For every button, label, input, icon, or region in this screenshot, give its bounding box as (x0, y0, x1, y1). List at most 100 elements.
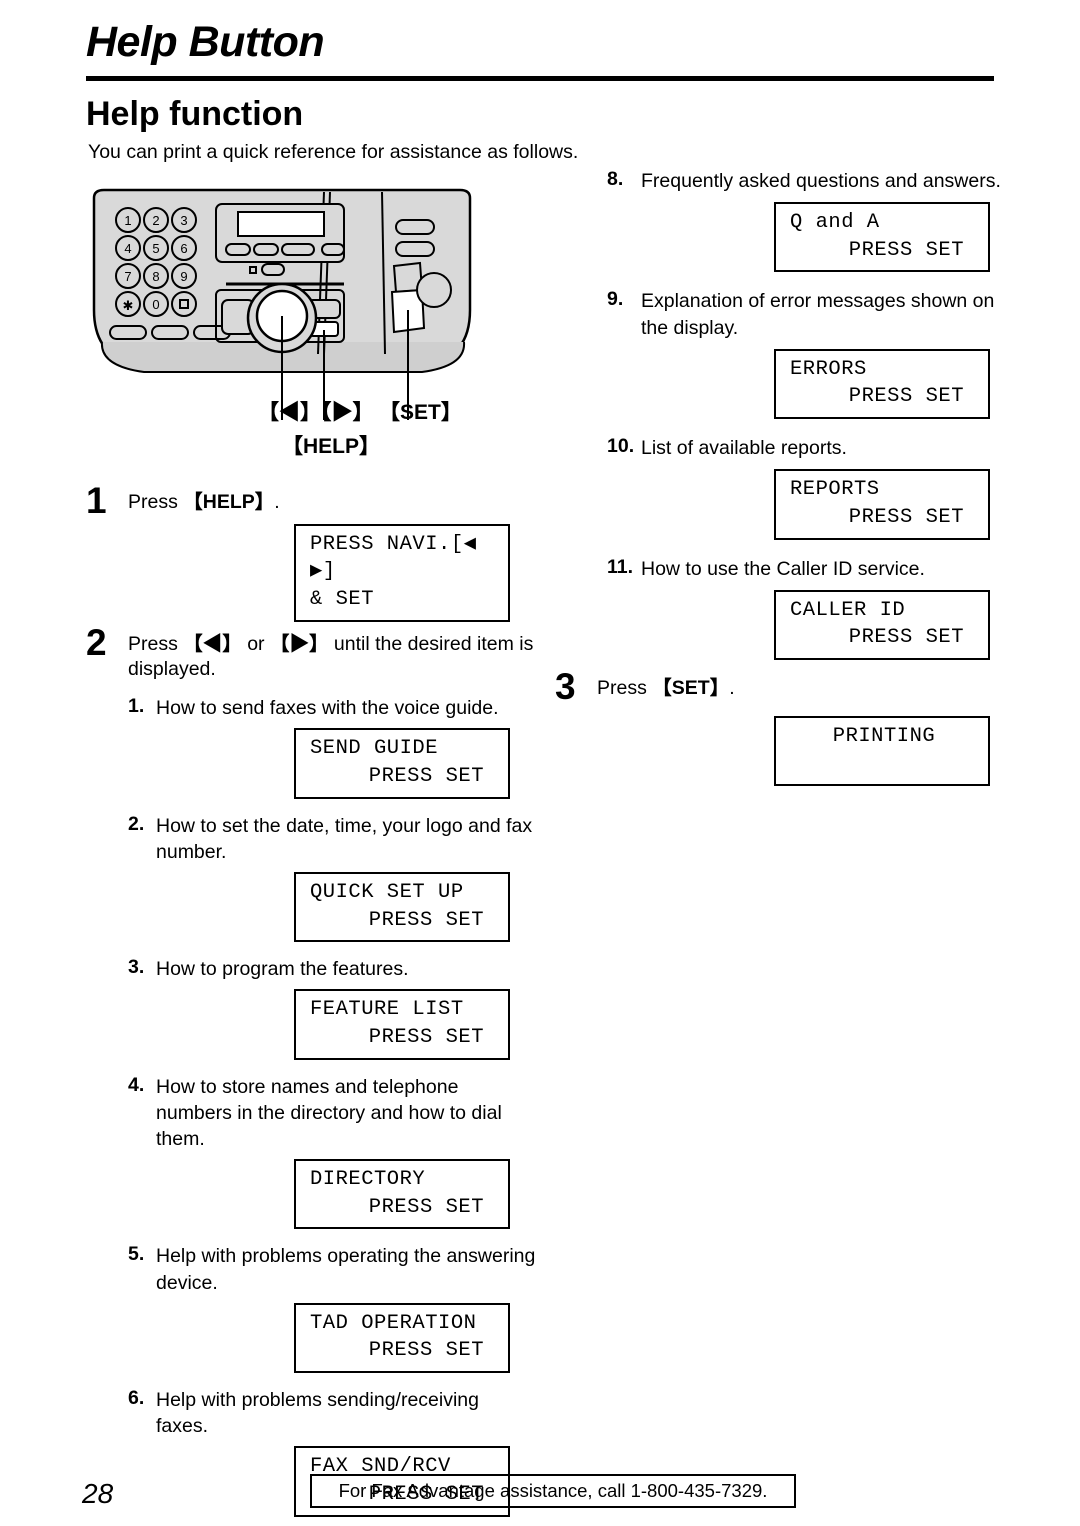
step-3-prefix: Press (597, 677, 653, 699)
help-item-3-description: How to program the features. (156, 958, 409, 981)
help-item-2-description: How to set the date, time, your logo and… (156, 814, 533, 863)
svg-text:6: 6 (180, 241, 187, 256)
svg-text:5: 5 (152, 241, 159, 256)
step-2-middle: or (241, 632, 270, 655)
list-item: 5. Help with problems operating the answ… (128, 1243, 536, 1374)
lcd-help-item-2-line2: PRESS SET (368, 908, 484, 932)
help-item-3-number: 3. (128, 956, 145, 979)
help-item-6-number: 6. (128, 1387, 145, 1410)
help-item-1-number: 1. (128, 695, 145, 718)
lcd-step-3: PRINTING (774, 715, 990, 787)
lcd-help-item-3: FEATURE LIST PRESS SET (294, 989, 510, 1060)
svg-text:4: 4 (124, 241, 131, 256)
lcd-help-item-1: SEND GUIDE PRESS SET (294, 728, 510, 799)
section-title: Help function (86, 95, 304, 133)
callout-help-label: 【HELP】 (282, 435, 381, 458)
help-item-6-description: Help with problems sending/receiving fax… (156, 1389, 479, 1438)
svg-text:8: 8 (152, 269, 159, 284)
lcd-step-1-line1: PRESS NAVI.[◀ ▶] (310, 532, 477, 584)
help-item-11-description: How to use the Caller ID service. (641, 557, 925, 580)
lcd-step-3-line1: PRINTING (832, 724, 936, 748)
list-item: 9. Explanation of error messages shown o… (607, 288, 1007, 420)
step-3-text: Press 【SET】. (597, 676, 1007, 702)
lcd-help-item-9: ERRORS PRESS SET (774, 348, 990, 420)
help-item-9-number: 9. (607, 288, 624, 311)
lcd-help-item-9-line1: ERRORS (790, 357, 867, 381)
step-2-prefix: Press (128, 632, 184, 655)
lcd-step-1-line2: & SET (310, 588, 375, 612)
step-3-number: 3 (555, 666, 576, 707)
list-item: 1. How to send faxes with the voice guid… (128, 695, 536, 799)
lcd-help-item-5-line1: TAD OPERATION (310, 1311, 477, 1335)
header-rule (86, 76, 994, 81)
document-page: Help Button Help function You can print … (0, 0, 1080, 1526)
help-item-11-number: 11. (607, 555, 634, 578)
lcd-help-item-10-line1: REPORTS (790, 478, 880, 502)
footer-notice-text: For Fax Advantage assistance, call 1-800… (338, 1480, 768, 1501)
lcd-step-1: PRESS NAVI.[◀ ▶] & SET (294, 523, 510, 622)
svg-text:0: 0 (152, 297, 159, 312)
lcd-help-item-8: Q and A PRESS SET (774, 202, 990, 273)
step-3: 3 Press 【SET】. PRINTING (555, 668, 1007, 787)
step-3-suffix: . (729, 677, 735, 699)
callout-navigator-label: 【◀】【▶】 (258, 401, 374, 424)
help-items-list-left: 1. How to send faxes with the voice guid… (128, 695, 536, 1526)
callout-labels: 【◀】【▶】 【SET】 【HELP】 (86, 396, 506, 468)
lcd-help-item-11-line1: CALLER ID (790, 598, 906, 622)
help-item-10-number: 10. (607, 435, 635, 458)
lcd-help-item-5: TAD OPERATION PRESS SET (294, 1302, 510, 1374)
list-item: 2. How to set the date, time, your logo … (128, 813, 536, 943)
lcd-help-item-8-line2: PRESS SET (848, 238, 964, 262)
lcd-help-item-3-line1: FEATURE LIST (310, 998, 464, 1022)
help-item-8-number: 8. (607, 168, 624, 190)
help-item-1-description: How to send faxes with the voice guide. (156, 697, 499, 720)
lcd-help-item-4: DIRECTORY PRESS SET (294, 1159, 510, 1230)
page-number: 28 (82, 1478, 114, 1509)
step-1-number: 1 (86, 480, 107, 521)
chapter-title: Help Button (86, 18, 325, 66)
lcd-help-item-4-line2: PRESS SET (368, 1195, 484, 1219)
callout-set-label: 【SET】 (379, 401, 462, 424)
step-2-number: 2 (86, 621, 107, 663)
svg-text:3: 3 (180, 213, 187, 228)
lcd-help-item-11-line2: PRESS SET (848, 626, 964, 650)
help-item-4-description: How to store names and telephone numbers… (156, 1075, 502, 1150)
right-column: 8. Frequently asked questions and answer… (555, 168, 1007, 787)
svg-text:1: 1 (124, 213, 131, 228)
lcd-help-item-11: CALLER ID PRESS SET (774, 589, 990, 660)
lcd-help-item-2-line1: QUICK SET UP (310, 880, 464, 904)
help-item-10-description: List of available reports. (641, 437, 847, 460)
list-item: 11. How to use the Caller ID service. CA… (607, 556, 1007, 660)
step-2-button-right: 【▶】 (269, 632, 329, 655)
footer-notice-box: For Fax Advantage assistance, call 1-800… (310, 1474, 796, 1508)
lcd-help-item-1-line1: SEND GUIDE (310, 737, 439, 761)
help-item-8-description: Frequently asked questions and answers. (641, 170, 1001, 192)
step-2-button-left: 【◀】 (183, 632, 242, 655)
lcd-help-item-8-line1: Q and A (790, 211, 880, 235)
lcd-help-item-9-line2: PRESS SET (848, 385, 964, 409)
lcd-help-item-5-line2: PRESS SET (368, 1339, 484, 1363)
list-item: 8. Frequently asked questions and answer… (607, 168, 1007, 273)
help-item-5-number: 5. (128, 1243, 145, 1266)
step-1-suffix: . (274, 491, 280, 513)
list-item: 4. How to store names and telephone numb… (128, 1074, 536, 1230)
help-item-5-description: Help with problems operating the answeri… (156, 1245, 536, 1294)
fax-machine-diagram: 1 2 3 4 5 6 7 8 9 ✱ 0 【◀】【▶】 【SET】 【HELP】 (86, 182, 486, 472)
list-item: 3. How to program the features. FEATURE … (128, 956, 536, 1060)
svg-text:✱: ✱ (123, 298, 134, 313)
svg-text:7: 7 (124, 269, 131, 284)
step-2-text: Press 【◀】 or 【▶】 until the desired item … (128, 632, 536, 683)
svg-text:9: 9 (180, 269, 187, 284)
lcd-help-item-3-line2: PRESS SET (368, 1026, 484, 1050)
step-1-button: 【HELP】 (183, 491, 275, 513)
help-items-list-right: 8. Frequently asked questions and answer… (607, 168, 1007, 660)
help-item-9-description: Explanation of error messages shown on t… (641, 290, 995, 339)
lcd-help-item-4-line1: DIRECTORY (310, 1168, 426, 1192)
step-1: 1 Press 【HELP】. PRESS NAVI.[◀ ▶] & SET (86, 482, 536, 622)
lcd-help-item-2: QUICK SET UP PRESS SET (294, 871, 510, 943)
left-column: 1 2 3 4 5 6 7 8 9 ✱ 0 【◀】【▶】 【SET】 【HELP】 1 Pr… (86, 182, 536, 1526)
svg-text:2: 2 (152, 213, 159, 228)
lcd-help-item-1-line2: PRESS SET (368, 765, 484, 789)
list-item: 10. List of available reports. REPORTS P… (607, 435, 1007, 540)
step-2: 2 Press 【◀】 or 【▶】 until the desired ite… (86, 624, 536, 1526)
